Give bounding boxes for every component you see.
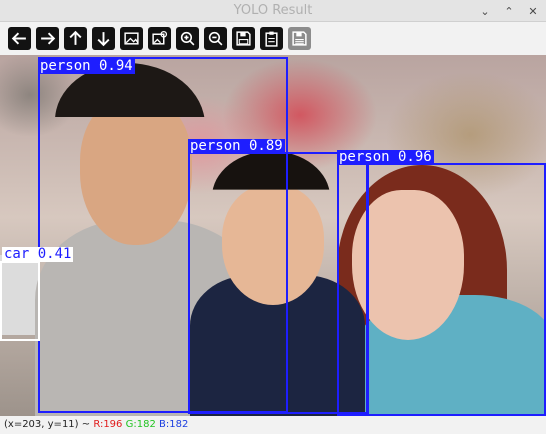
zoom-in-icon — [180, 31, 195, 46]
window-title: YOLO Result — [233, 3, 313, 18]
pan-up-button[interactable] — [64, 27, 87, 50]
image-icon — [124, 32, 139, 45]
cursor-coordinates: (x=203, y=11) ~ — [4, 419, 91, 430]
image-settings-button[interactable] — [148, 27, 171, 50]
arrow-down-icon — [97, 32, 110, 47]
save-icon — [236, 31, 251, 46]
image-view[interactable]: person 0.94 person 0.89 person 0.96 car … — [0, 55, 546, 416]
clipboard-icon — [265, 31, 278, 47]
save-disabled-icon — [292, 31, 307, 46]
pixel-red-value: R:196 — [93, 419, 123, 430]
window-controls: ⌄ ⌃ ✕ — [476, 2, 542, 20]
pan-down-button[interactable] — [92, 27, 115, 50]
fit-image-button[interactable] — [120, 27, 143, 50]
detection-label: car 0.41 — [2, 246, 74, 262]
arrow-right-icon — [41, 32, 56, 45]
pixel-green-value: G:182 — [125, 419, 156, 430]
zoom-out-icon — [208, 31, 223, 46]
minimize-button[interactable]: ⌄ — [476, 2, 494, 20]
maximize-button[interactable]: ⌃ — [500, 2, 518, 20]
zoom-in-button[interactable] — [176, 27, 199, 50]
save-button[interactable] — [232, 27, 255, 50]
close-button[interactable]: ✕ — [524, 2, 542, 20]
detection-label: person 0.94 — [38, 58, 135, 74]
status-bar: (x=203, y=11) ~ R:196 G:182 B:182 — [0, 416, 546, 434]
pan-left-button[interactable] — [8, 27, 31, 50]
zoom-out-button[interactable] — [204, 27, 227, 50]
save-disabled-button[interactable] — [288, 27, 311, 50]
arrow-left-icon — [11, 32, 26, 45]
arrow-up-icon — [69, 30, 82, 45]
detection-box-car: car 0.41 — [0, 247, 74, 341]
copy-button[interactable] — [260, 27, 283, 50]
detection-box-person-3-inner — [367, 163, 546, 415]
pixel-blue-value: B:182 — [159, 419, 189, 430]
title-bar: YOLO Result ⌄ ⌃ ✕ — [0, 0, 546, 22]
toolbar — [0, 22, 546, 55]
detection-label: person 0.89 — [188, 138, 285, 154]
pan-right-button[interactable] — [36, 27, 59, 50]
image-settings-icon — [152, 30, 168, 45]
